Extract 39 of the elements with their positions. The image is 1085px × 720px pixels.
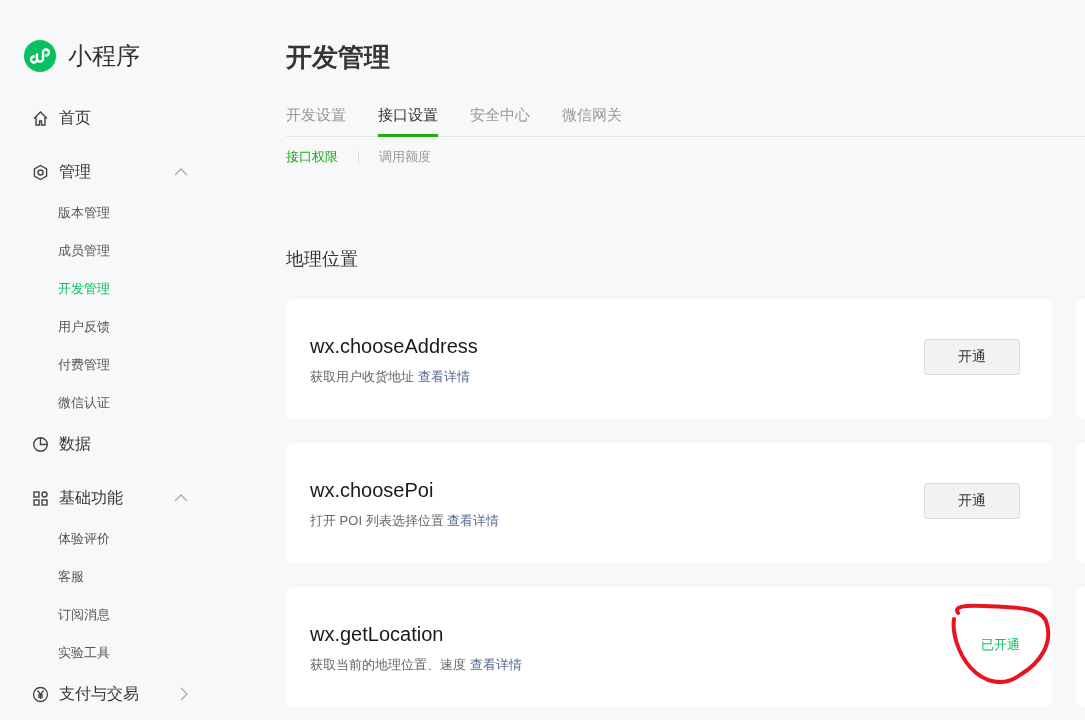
section-title: 地理位置 (286, 248, 359, 271)
details-link[interactable]: 查看详情 (417, 369, 470, 384)
sidebar-subitem[interactable]: 成员管理 (58, 242, 110, 260)
sidebar-subitem[interactable]: 微信认证 (58, 394, 110, 412)
api-description: 获取当前的地理位置、速度 (310, 657, 466, 672)
yen-coin-icon (32, 685, 49, 703)
api-name: wx.getLocation (310, 622, 445, 646)
pie-chart-icon (32, 435, 49, 453)
sidebar-subitem[interactable]: 实验工具 (58, 644, 110, 662)
enable-button[interactable]: 开通 (924, 483, 1020, 519)
hexagon-icon (32, 163, 49, 181)
sidebar-subitem[interactable]: 付费管理 (58, 356, 110, 374)
page-title: 开发管理 (286, 41, 391, 74)
tab[interactable]: 接口设置 (378, 96, 438, 137)
grid-icon (32, 489, 49, 507)
api-name: wx.choosePoi (310, 478, 435, 502)
sidebar-subitem[interactable]: 版本管理 (58, 204, 110, 222)
sidebar-item[interactable]: 数据 (59, 433, 198, 455)
sidebar-subitem[interactable]: 客服 (58, 568, 84, 586)
sidebar-subitem[interactable]: 用户反馈 (58, 318, 110, 336)
details-link[interactable]: 查看详情 (469, 657, 522, 672)
chevron-right-icon[interactable] (180, 687, 188, 701)
api-description: 打开 POI 列表选择位置 (310, 513, 444, 528)
sidebar-item[interactable]: 首页 (59, 107, 198, 129)
details-link[interactable]: 查看详情 (447, 513, 500, 528)
api-description: 获取用户收货地址 (310, 369, 414, 384)
sidebar-subitem[interactable]: 订阅消息 (58, 606, 110, 624)
sidebar-subitem[interactable]: 体验评价 (58, 530, 110, 548)
chevron-up-icon[interactable] (174, 494, 188, 502)
home-icon (32, 109, 49, 127)
sidebar-item[interactable]: 管理 (59, 161, 174, 183)
sidebar-item[interactable]: 基础功能 (59, 487, 174, 509)
chevron-up-icon[interactable] (174, 168, 188, 176)
api-name: wx.chooseAddress (310, 334, 479, 358)
enable-button[interactable]: 开通 (924, 339, 1020, 375)
app-title: 小程序 (68, 41, 140, 71)
status-label: 已开通 (980, 636, 1020, 654)
logo-icon (24, 40, 56, 72)
sidebar-item[interactable]: 支付与交易 (59, 683, 180, 705)
